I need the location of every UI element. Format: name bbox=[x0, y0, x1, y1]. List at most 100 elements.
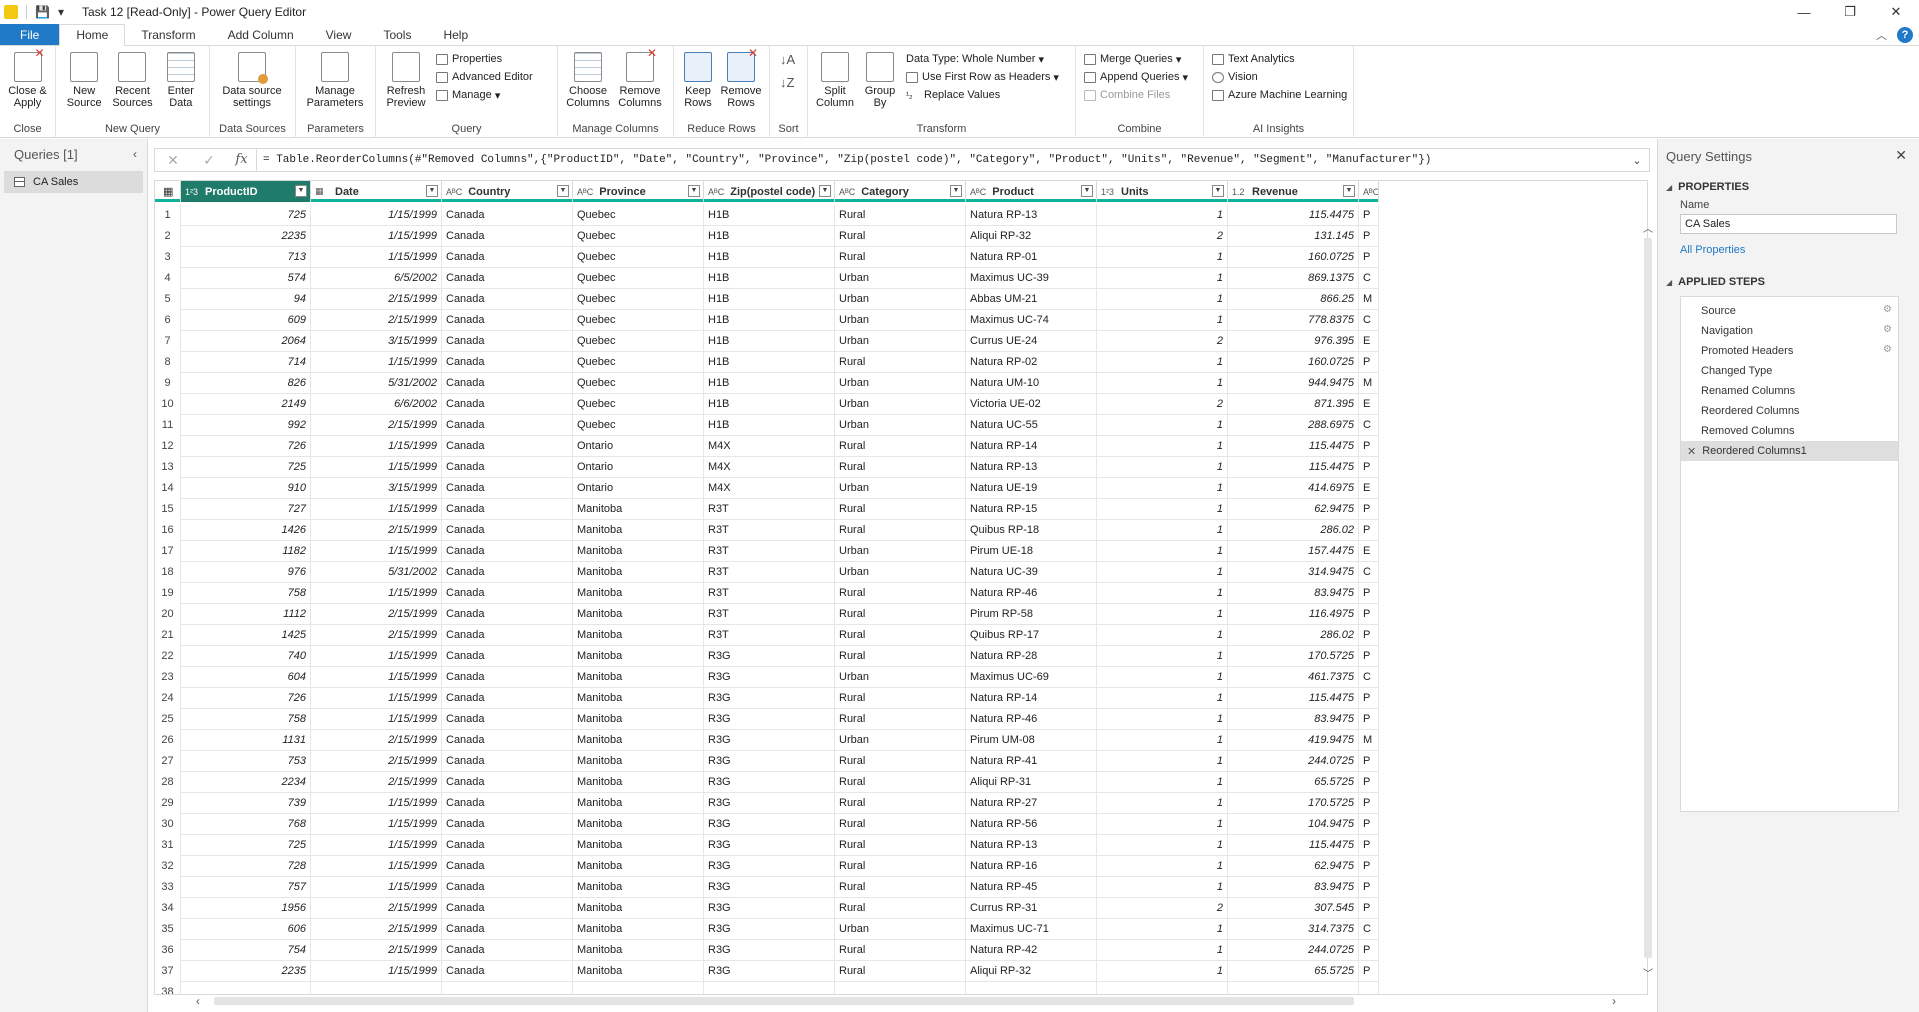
table-cell[interactable]: Natura RP-14 bbox=[966, 436, 1097, 457]
table-cell[interactable]: 1 bbox=[1097, 562, 1228, 583]
table-cell[interactable]: Pirum UE-18 bbox=[966, 541, 1097, 562]
replace-values-button[interactable]: ¹₂ Replace Values bbox=[906, 88, 1059, 102]
table-cell[interactable]: Rural bbox=[835, 814, 966, 835]
table-cell[interactable]: 83.9475 bbox=[1228, 583, 1359, 604]
table-cell[interactable]: Manitoba bbox=[573, 814, 704, 835]
column-header-s[interactable]: AᴮCS bbox=[1359, 181, 1379, 202]
vertical-scrollbar[interactable]: ︿ ﹀ bbox=[1642, 220, 1654, 980]
table-cell[interactable]: P bbox=[1359, 961, 1379, 982]
table-cell[interactable]: 725 bbox=[181, 835, 311, 856]
table-cell[interactable]: 1426 bbox=[181, 520, 311, 541]
table-cell[interactable]: 1 bbox=[1097, 499, 1228, 520]
column-filter-dropdown-icon[interactable]: ▼ bbox=[295, 185, 307, 197]
table-cell[interactable]: 1/15/1999 bbox=[311, 352, 442, 373]
table-cell[interactable]: Quebec bbox=[573, 415, 704, 436]
table-cell[interactable]: 1/15/1999 bbox=[311, 247, 442, 268]
table-cell[interactable]: R3G bbox=[704, 814, 835, 835]
table-cell[interactable]: P bbox=[1359, 205, 1379, 226]
table-cell[interactable]: 725 bbox=[181, 205, 311, 226]
all-properties-link[interactable]: All Properties bbox=[1658, 244, 1919, 256]
table-cell[interactable]: P bbox=[1359, 835, 1379, 856]
table-cell[interactable]: R3T bbox=[704, 625, 835, 646]
table-cell[interactable]: R3G bbox=[704, 772, 835, 793]
table-cell[interactable]: Manitoba bbox=[573, 541, 704, 562]
table-cell[interactable]: Natura RP-01 bbox=[966, 247, 1097, 268]
table-cell[interactable]: P bbox=[1359, 499, 1379, 520]
table-cell[interactable]: 2/15/1999 bbox=[311, 604, 442, 625]
table-cell[interactable]: Canada bbox=[442, 226, 573, 247]
close-settings-icon[interactable]: ✕ bbox=[1895, 147, 1907, 164]
step-settings-gear-icon[interactable]: ⚙ bbox=[1883, 304, 1892, 315]
table-cell[interactable]: 6/5/2002 bbox=[311, 268, 442, 289]
table-cell[interactable]: Rural bbox=[835, 940, 966, 961]
table-cell[interactable]: R3G bbox=[704, 667, 835, 688]
table-cell[interactable]: P bbox=[1359, 814, 1379, 835]
first-row-headers-button[interactable]: Use First Row as Headers ▾ bbox=[906, 70, 1059, 84]
table-cell[interactable]: Natura RP-41 bbox=[966, 751, 1097, 772]
table-cell[interactable]: Canada bbox=[442, 205, 573, 226]
table-cell[interactable]: Canada bbox=[442, 793, 573, 814]
table-cell[interactable]: Maximus UC-71 bbox=[966, 919, 1097, 940]
table-cell[interactable]: 2/15/1999 bbox=[311, 772, 442, 793]
table-cell[interactable]: R3T bbox=[704, 604, 835, 625]
delete-step-icon[interactable]: ✕ bbox=[1687, 445, 1696, 458]
table-cell[interactable]: Rural bbox=[835, 835, 966, 856]
table-cell[interactable]: Urban bbox=[835, 541, 966, 562]
table-cell[interactable]: H1B bbox=[704, 352, 835, 373]
table-cell[interactable]: R3T bbox=[704, 499, 835, 520]
table-cell[interactable]: M4X bbox=[704, 457, 835, 478]
table-cell[interactable]: 2 bbox=[1097, 898, 1228, 919]
table-cell[interactable]: Canada bbox=[442, 646, 573, 667]
table-cell[interactable]: Canada bbox=[442, 898, 573, 919]
table-cell[interactable]: 1/15/1999 bbox=[311, 667, 442, 688]
table-cell[interactable]: 1 bbox=[1097, 793, 1228, 814]
table-cell[interactable]: Natura RP-16 bbox=[966, 856, 1097, 877]
table-cell[interactable]: 2235 bbox=[181, 961, 311, 982]
table-cell[interactable]: 1 bbox=[1097, 625, 1228, 646]
table-cell[interactable]: Urban bbox=[835, 562, 966, 583]
table-cell[interactable]: 83.9475 bbox=[1228, 709, 1359, 730]
table-cell[interactable]: 1/15/1999 bbox=[311, 709, 442, 730]
table-cell[interactable]: Currus UE-24 bbox=[966, 331, 1097, 352]
table-cell[interactable]: P bbox=[1359, 772, 1379, 793]
table-cell[interactable]: 758 bbox=[181, 709, 311, 730]
table-cell[interactable]: Natura RP-45 bbox=[966, 877, 1097, 898]
table-cell[interactable]: R3G bbox=[704, 688, 835, 709]
table-cell[interactable]: Urban bbox=[835, 373, 966, 394]
table-cell[interactable]: 609 bbox=[181, 310, 311, 331]
table-cell[interactable]: 1 bbox=[1097, 877, 1228, 898]
table-cell[interactable]: Urban bbox=[835, 667, 966, 688]
table-cell[interactable]: P bbox=[1359, 226, 1379, 247]
column-type-icon[interactable]: AᴮC bbox=[1363, 187, 1378, 197]
table-cell[interactable]: Natura RP-13 bbox=[966, 457, 1097, 478]
table-cell[interactable]: 314.9475 bbox=[1228, 562, 1359, 583]
table-cell[interactable]: Manitoba bbox=[573, 919, 704, 940]
applied-step-renamed-columns[interactable]: Renamed Columns bbox=[1681, 381, 1898, 401]
table-cell[interactable]: Canada bbox=[442, 814, 573, 835]
table-cell[interactable]: Canada bbox=[442, 289, 573, 310]
table-cell[interactable]: 1 bbox=[1097, 667, 1228, 688]
table-cell[interactable]: 1 bbox=[1097, 436, 1228, 457]
table-cell[interactable]: Natura RP-46 bbox=[966, 709, 1097, 730]
table-cell[interactable]: Natura RP-42 bbox=[966, 940, 1097, 961]
manage-button[interactable]: Manage ▾ bbox=[436, 88, 533, 102]
applied-step-changed-type[interactable]: Changed Type bbox=[1681, 361, 1898, 381]
table-cell[interactable]: 1 bbox=[1097, 415, 1228, 436]
table-cell[interactable]: 1 bbox=[1097, 457, 1228, 478]
table-cell[interactable]: Manitoba bbox=[573, 961, 704, 982]
column-header-province[interactable]: AᴮC Province ▼ bbox=[573, 181, 704, 202]
table-cell[interactable]: Quebec bbox=[573, 205, 704, 226]
table-cell[interactable]: M bbox=[1359, 730, 1379, 751]
table-cell[interactable]: Rural bbox=[835, 709, 966, 730]
table-cell[interactable]: 1 bbox=[1097, 772, 1228, 793]
table-cell[interactable]: 1 bbox=[1097, 478, 1228, 499]
table-cell[interactable]: Natura RP-13 bbox=[966, 205, 1097, 226]
column-filter-dropdown-icon[interactable]: ▼ bbox=[426, 185, 438, 197]
table-cell[interactable]: 871.395 bbox=[1228, 394, 1359, 415]
save-icon[interactable]: 💾 bbox=[35, 5, 50, 19]
column-type-icon[interactable]: 1²3 bbox=[1101, 187, 1115, 197]
table-cell[interactable]: 62.9475 bbox=[1228, 856, 1359, 877]
table-cell[interactable]: 739 bbox=[181, 793, 311, 814]
table-cell[interactable]: Ontario bbox=[573, 436, 704, 457]
table-cell[interactable]: Aliqui RP-32 bbox=[966, 961, 1097, 982]
